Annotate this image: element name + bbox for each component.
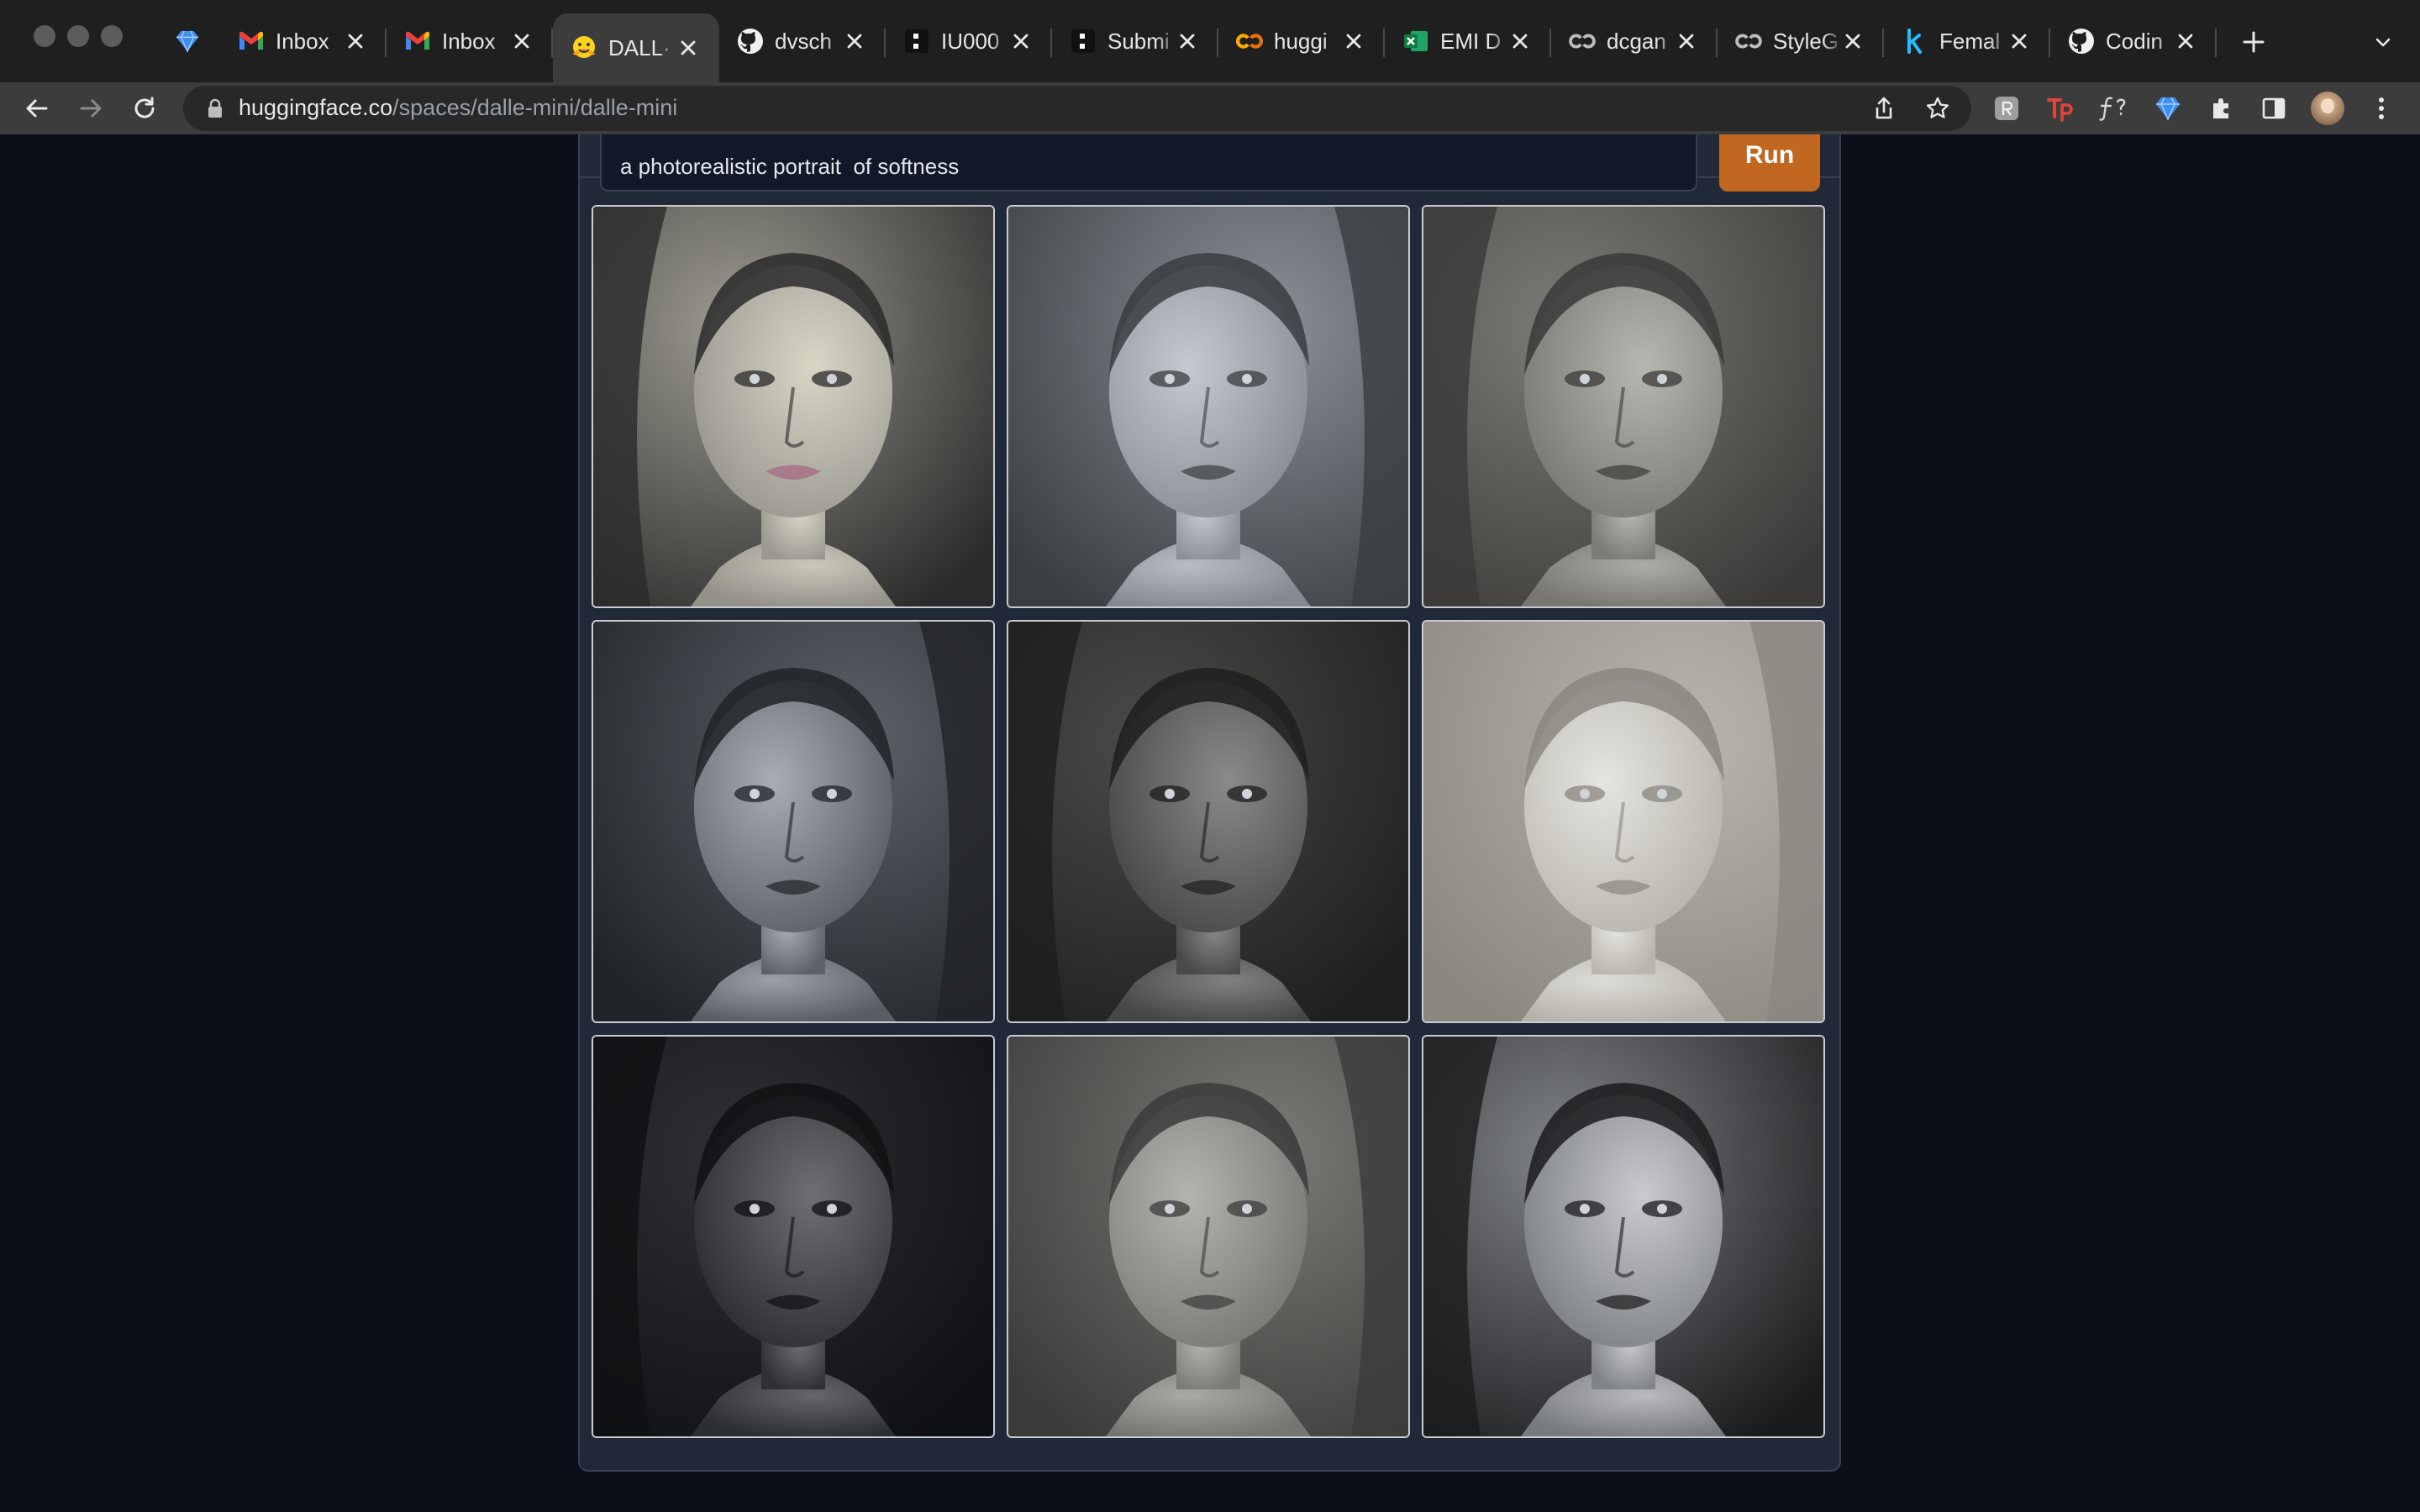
tab-title: Codin [2106, 28, 2163, 54]
tab[interactable]: Codin [2050, 10, 2217, 72]
back-arrow-icon[interactable] [17, 88, 57, 129]
tab-title: Femal [1939, 28, 2001, 54]
tab-title: IU000 [941, 28, 1000, 54]
generated-image-8[interactable] [1007, 1035, 1410, 1438]
tab-title: huggi [1274, 28, 1328, 54]
huggingface-icon [570, 34, 598, 62]
tab[interactable]: Submi [1052, 10, 1218, 72]
colab-icon [1235, 27, 1264, 55]
lock-icon[interactable] [203, 97, 227, 120]
prompt-input[interactable] [600, 134, 1697, 192]
excel-icon [1402, 27, 1430, 55]
colab-icon [1734, 27, 1763, 55]
close-icon[interactable] [1840, 29, 1865, 54]
generated-image-2[interactable] [1007, 205, 1410, 608]
tab-title: Inbox [276, 28, 329, 54]
new-tab-button[interactable] [2235, 24, 2272, 60]
tab-title: EMI D [1440, 28, 1502, 54]
close-icon[interactable] [2007, 29, 2032, 54]
tab-title: Inbox [442, 28, 496, 54]
close-icon[interactable] [343, 29, 368, 54]
side-panel-icon[interactable] [2255, 90, 2292, 127]
close-icon[interactable] [1008, 29, 1034, 54]
tab[interactable]: IU000 [886, 10, 1052, 72]
tab-title: DALL· [608, 34, 671, 60]
tab-search-chevron-icon[interactable] [2366, 25, 2400, 59]
gem-icon [175, 29, 200, 53]
url-text[interactable]: huggingface.co/spaces/dalle-mini/dalle-m… [239, 95, 677, 121]
gmail-icon [403, 27, 432, 55]
bookmark-star-icon[interactable] [1921, 92, 1954, 125]
share-icon[interactable] [1867, 92, 1901, 125]
colab-icon [1568, 27, 1597, 55]
tab[interactable]: Inbox [387, 10, 553, 72]
close-icon[interactable] [1507, 29, 1533, 54]
generated-image-1[interactable] [592, 205, 995, 608]
puzzle-r-icon[interactable] [1988, 90, 2025, 127]
tab[interactable]: dvsch [719, 10, 886, 72]
browser-toolbar: huggingface.co/spaces/dalle-mini/dalle-m… [0, 82, 2420, 134]
url-domain: huggingface.co [239, 95, 393, 120]
url-path: /spaces/dalle-mini/dalle-mini [392, 95, 678, 120]
github-icon [2067, 27, 2096, 55]
generated-image-6[interactable] [1422, 620, 1825, 1023]
tp-icon[interactable] [2042, 90, 2079, 127]
image-gallery [592, 205, 1828, 1458]
fx-icon[interactable] [2096, 90, 2133, 127]
dark-app-icon [902, 27, 931, 55]
tab[interactable]: dcgan [1551, 10, 1718, 72]
generated-image-4[interactable] [592, 620, 995, 1023]
close-icon[interactable] [1674, 29, 1699, 54]
generated-image-5[interactable] [1007, 620, 1410, 1023]
dark-app-icon [1069, 27, 1097, 55]
dalle-mini-app-panel: Run [578, 134, 1841, 1472]
pinned-tab[interactable] [166, 10, 208, 72]
window-zoom-control[interactable] [101, 25, 123, 47]
tab-separator [2215, 29, 2217, 57]
window-minimize-control[interactable] [67, 25, 89, 47]
prompt-row: Run [580, 134, 1839, 192]
tab-title: dcgan [1607, 28, 1666, 54]
close-icon[interactable] [842, 29, 867, 54]
reload-icon[interactable] [124, 88, 165, 129]
tab-active[interactable]: DALL· [553, 13, 719, 82]
close-icon[interactable] [1175, 29, 1200, 54]
tab-title: StyleG [1773, 28, 1839, 54]
tab[interactable]: huggi [1218, 10, 1385, 72]
window-close-control[interactable] [34, 25, 55, 47]
forward-arrow-icon[interactable] [71, 88, 111, 129]
tab[interactable]: StyleG [1718, 10, 1884, 72]
close-icon[interactable] [509, 29, 534, 54]
address-bar[interactable]: huggingface.co/spaces/dalle-mini/dalle-m… [183, 86, 1971, 131]
close-icon[interactable] [1341, 29, 1366, 54]
run-button[interactable]: Run [1719, 134, 1820, 192]
k-icon [1901, 27, 1929, 55]
gmail-icon [237, 27, 266, 55]
generated-image-7[interactable] [592, 1035, 995, 1438]
page-content: Run [0, 134, 2420, 1512]
tab-strip: Inbox Inbox DALL· dvsch IU000 Submi huggi EMI D… [0, 0, 2420, 82]
github-icon [736, 27, 765, 55]
tab-title: Submi [1107, 28, 1170, 54]
generated-image-9[interactable] [1422, 1035, 1825, 1438]
extensions-puzzle-icon[interactable] [2203, 90, 2240, 127]
generated-image-3[interactable] [1422, 205, 1825, 608]
browser-menu-icon[interactable] [2363, 90, 2400, 127]
close-icon[interactable] [676, 35, 701, 60]
tab[interactable]: EMI D [1385, 10, 1551, 72]
tab-title: dvsch [775, 28, 832, 54]
profile-avatar[interactable] [2309, 90, 2346, 127]
tab[interactable]: Inbox [220, 10, 387, 72]
tab[interactable]: Femal [1884, 10, 2050, 72]
gem-icon[interactable] [2149, 90, 2186, 127]
close-icon[interactable] [2173, 29, 2198, 54]
